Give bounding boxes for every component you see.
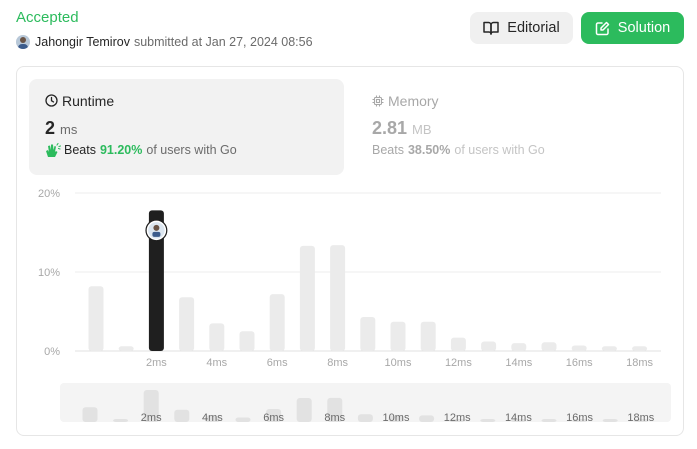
navigator-bar bbox=[419, 415, 435, 422]
runtime-bar[interactable] bbox=[601, 346, 617, 351]
navigator-tick-label: 16ms bbox=[566, 412, 593, 424]
runtime-bar[interactable] bbox=[541, 342, 557, 351]
x-tick-label: 4ms bbox=[206, 357, 227, 369]
runtime-bar[interactable] bbox=[390, 321, 406, 351]
your-submission-marker bbox=[145, 219, 168, 242]
y-tick-label: 10% bbox=[38, 267, 60, 279]
runtime-bar[interactable] bbox=[511, 343, 527, 351]
runtime-bar[interactable] bbox=[209, 323, 225, 351]
runtime-distribution-chart[interactable]: 0% 10% 20% 2ms 4ms 6ms 8ms 10ms 12ms 14ms 16ms 18ms… bbox=[0, 0, 697, 449]
x-tick-label: 10ms bbox=[385, 357, 412, 369]
runtime-bar[interactable] bbox=[632, 346, 648, 351]
runtime-bar[interactable] bbox=[88, 286, 104, 351]
runtime-bar[interactable] bbox=[450, 337, 466, 351]
navigator-bar bbox=[602, 419, 618, 422]
navigator-bar bbox=[235, 417, 251, 422]
navigator-bar bbox=[541, 419, 557, 422]
navigator-bar bbox=[357, 414, 373, 422]
runtime-bar[interactable] bbox=[118, 346, 134, 351]
runtime-bar[interactable] bbox=[299, 245, 315, 351]
x-tick-label: 8ms bbox=[327, 357, 348, 369]
runtime-bar[interactable] bbox=[481, 341, 497, 351]
y-tick-label: 20% bbox=[38, 188, 60, 200]
runtime-bar[interactable] bbox=[239, 331, 255, 351]
navigator-tick-label: 4ms bbox=[202, 412, 223, 424]
runtime-bar[interactable] bbox=[360, 317, 376, 351]
y-tick-label: 0% bbox=[44, 346, 60, 358]
x-tick-label: 14ms bbox=[505, 357, 532, 369]
navigator-tick-label: 6ms bbox=[263, 412, 284, 424]
navigator-tick-label: 18ms bbox=[627, 412, 654, 424]
x-tick-label: 2ms bbox=[146, 357, 167, 369]
navigator-bar bbox=[82, 407, 98, 422]
navigator-bar bbox=[113, 419, 129, 422]
range-navigator[interactable]: 2ms 4ms 6ms 8ms 10ms 12ms 14ms 16ms 18ms bbox=[60, 383, 671, 424]
x-tick-label: 16ms bbox=[566, 357, 593, 369]
navigator-tick-label: 8ms bbox=[324, 412, 345, 424]
runtime-bar[interactable] bbox=[571, 345, 587, 351]
navigator-tick-label: 10ms bbox=[383, 412, 410, 424]
runtime-bar[interactable] bbox=[330, 245, 346, 351]
navigator-bar bbox=[296, 398, 312, 422]
runtime-bar[interactable] bbox=[269, 294, 285, 351]
navigator-tick-label: 12ms bbox=[444, 412, 471, 424]
navigator-tick-label: 2ms bbox=[141, 412, 162, 424]
x-tick-label: 6ms bbox=[267, 357, 288, 369]
navigator-tick-label: 14ms bbox=[505, 412, 532, 424]
runtime-bar[interactable] bbox=[420, 321, 436, 351]
x-tick-label: 18ms bbox=[626, 357, 653, 369]
navigator-bar bbox=[174, 409, 190, 422]
navigator-bar bbox=[480, 419, 496, 422]
x-tick-label: 12ms bbox=[445, 357, 472, 369]
runtime-bar[interactable] bbox=[179, 297, 195, 351]
